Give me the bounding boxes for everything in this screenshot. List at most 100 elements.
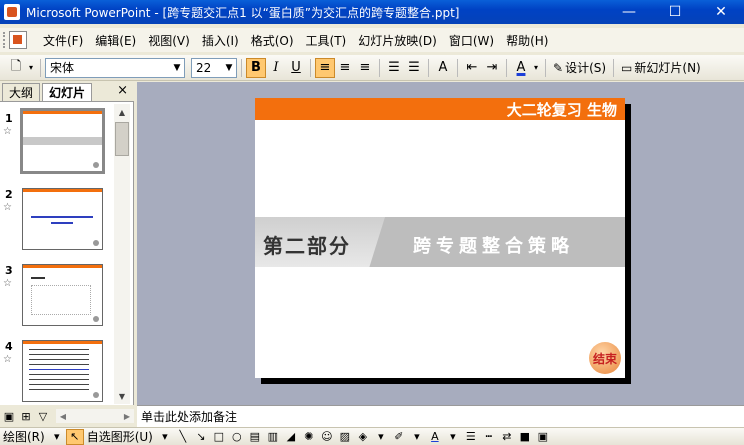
picture-icon[interactable]: ▨ — [336, 429, 354, 445]
autoshapes-button[interactable]: 自选图形(U) — [84, 428, 156, 445]
scroll-right-icon[interactable]: ▶ — [120, 409, 134, 423]
chevron-down-icon[interactable]: ▾ — [372, 429, 390, 445]
slide-thumbnail[interactable] — [22, 264, 103, 326]
end-button[interactable]: 结束 — [589, 342, 621, 374]
current-slide[interactable]: 大二轮复习 生物 第二部分 跨专题整合策略 结束 — [255, 98, 625, 378]
underline-button[interactable]: U — [286, 58, 306, 78]
diagram-icon[interactable]: ✺ — [300, 429, 318, 445]
menu-edit[interactable]: 编辑(E) — [89, 32, 142, 49]
star-icon: ☆ — [3, 126, 12, 137]
new-document-icon[interactable]: 🗋 — [6, 58, 26, 78]
slide-scrollbar[interactable] — [728, 82, 744, 405]
select-pointer-icon[interactable]: ↖ — [65, 428, 84, 445]
chevron-down-icon[interactable]: ▾ — [408, 429, 426, 445]
chevron-down-icon[interactable]: ▾ — [48, 429, 66, 445]
slide-thumbnail[interactable] — [20, 108, 105, 174]
scroll-up-icon[interactable]: ▲ — [114, 104, 130, 120]
arrow-style-icon[interactable]: ⇄ — [498, 429, 516, 445]
line-icon[interactable]: ╲ — [174, 429, 192, 445]
slide-number: 2 — [5, 188, 13, 201]
3d-icon[interactable]: ▣ — [534, 429, 552, 445]
thumbnail-list: 1 ☆ 2 ☆ 3 ☆ 4 ☆ — [0, 104, 112, 404]
tab-outline[interactable]: 大纲 — [2, 83, 41, 101]
scroll-down-icon[interactable]: ▼ — [114, 388, 130, 404]
line-style-icon[interactable]: ☰ — [462, 429, 480, 445]
align-right-icon[interactable]: ≡ — [355, 58, 375, 78]
shadow-icon[interactable]: ■ — [516, 429, 534, 445]
vertical-textbox-icon[interactable]: ▥ — [264, 429, 282, 445]
drawing-toolbar: 绘图(R) ▾ ↖ 自选图形(U) ▾ ╲ ↘ □ ○ ▤ ▥ ◢ ✺ ☺ ▨ … — [0, 427, 744, 445]
pane-tabs: 大纲 幻灯片 × — [0, 82, 134, 102]
font-color-button[interactable]: A — [511, 58, 531, 78]
scroll-left-icon[interactable]: ◀ — [56, 409, 70, 423]
new-slide-label: 新幻灯片(N) — [634, 61, 701, 75]
design-button[interactable]: ✎ 设计(S) — [550, 59, 609, 76]
notes-pane[interactable]: 单击此处添加备注 — [137, 405, 744, 427]
tab-slides[interactable]: 幻灯片 — [42, 83, 93, 101]
menu-view[interactable]: 视图(V) — [142, 32, 196, 49]
toolbar-options-icon[interactable]: ▾ — [26, 58, 36, 78]
bold-button[interactable]: B — [246, 57, 266, 78]
minimize-button[interactable]: — — [606, 0, 652, 24]
chevron-down-icon[interactable]: ▾ — [444, 429, 462, 445]
menu-slideshow[interactable]: 幻灯片放映(D) — [352, 32, 443, 49]
font-size-select[interactable]: 22 ▼ — [191, 57, 237, 78]
slide-number: 1 — [5, 112, 13, 125]
close-button[interactable]: ✕ — [698, 0, 744, 24]
decrease-indent-icon[interactable]: ⇤ — [462, 58, 482, 78]
scroll-thumb[interactable] — [115, 122, 129, 156]
menu-file[interactable]: 文件(F) — [37, 32, 89, 49]
slide-subtitle[interactable]: 跨专题整合策略 — [413, 232, 574, 258]
menu-bar: 文件(F) 编辑(E) 视图(V) 插入(I) 格式(O) 工具(T) 幻灯片放… — [0, 28, 744, 52]
slide-thumbnail[interactable] — [22, 340, 103, 402]
dash-style-icon[interactable]: ┅ — [480, 429, 498, 445]
font-color-icon[interactable]: A — [426, 429, 444, 445]
arrow-icon[interactable]: ↘ — [192, 429, 210, 445]
slideshow-view-icon[interactable]: ▽ — [35, 408, 51, 424]
chevron-down-icon[interactable]: ▼ — [222, 59, 236, 77]
new-slide-button[interactable]: ▭ 新幻灯片(N) — [618, 59, 704, 76]
textbox-icon[interactable]: ▤ — [246, 429, 264, 445]
align-center-icon[interactable]: ≡ — [335, 58, 355, 78]
font-size-increase-icon[interactable]: A — [433, 58, 453, 78]
slide-sorter-icon[interactable]: ⊞ — [18, 408, 34, 424]
italic-button[interactable]: I — [266, 58, 286, 78]
chevron-down-icon[interactable]: ▾ — [156, 429, 174, 445]
draw-menu-button[interactable]: 绘图(R) — [0, 428, 48, 445]
chevron-down-icon[interactable]: ▼ — [170, 59, 184, 77]
slide-thumbnail[interactable] — [22, 188, 103, 250]
chevron-down-icon[interactable]: ▾ — [531, 58, 541, 78]
menu-insert[interactable]: 插入(I) — [196, 32, 245, 49]
menu-help[interactable]: 帮助(H) — [500, 32, 554, 49]
toolbar-separator — [613, 58, 615, 77]
window-title: Microsoft PowerPoint - [跨专题交汇点1 以“蛋白质”为交… — [26, 5, 460, 20]
increase-indent-icon[interactable]: ⇥ — [482, 58, 502, 78]
menu-tools[interactable]: 工具(T) — [300, 32, 353, 49]
rectangle-icon[interactable]: □ — [210, 429, 228, 445]
maximize-button[interactable]: ☐ — [652, 0, 698, 24]
powerpoint-icon[interactable] — [4, 4, 20, 20]
bullet-list-icon[interactable]: ☰ — [404, 58, 424, 78]
close-icon[interactable]: × — [117, 83, 128, 98]
star-icon: ☆ — [3, 354, 12, 365]
numbered-list-icon[interactable]: ☰ — [384, 58, 404, 78]
toolbar-grip[interactable] — [3, 32, 7, 48]
clipart-icon[interactable]: ☺ — [318, 429, 336, 445]
toolbar-separator — [457, 58, 458, 77]
font-name-select[interactable]: 宋体 ▼ — [45, 57, 185, 78]
menu-window[interactable]: 窗口(W) — [443, 32, 500, 49]
oval-icon[interactable]: ○ — [228, 429, 246, 445]
line-color-icon[interactable]: ✐ — [390, 429, 408, 445]
notes-placeholder: 单击此处添加备注 — [141, 410, 238, 424]
menu-format[interactable]: 格式(O) — [245, 32, 300, 49]
document-icon[interactable] — [9, 31, 27, 49]
thumbnail-scrollbar[interactable]: ▲ ▼ — [114, 104, 130, 404]
toolbar-separator — [545, 58, 546, 77]
fill-color-icon[interactable]: ◈ — [354, 429, 372, 445]
slide-header-band: 大二轮复习 生物 — [255, 98, 625, 120]
align-left-icon[interactable]: ≡ — [315, 57, 335, 78]
normal-view-icon[interactable]: ▣ — [1, 408, 17, 424]
wordart-icon[interactable]: ◢ — [282, 429, 300, 445]
slide-part-title[interactable]: 第二部分 — [263, 230, 351, 259]
horizontal-scrollbar[interactable]: ◀ ▶ — [56, 409, 134, 423]
